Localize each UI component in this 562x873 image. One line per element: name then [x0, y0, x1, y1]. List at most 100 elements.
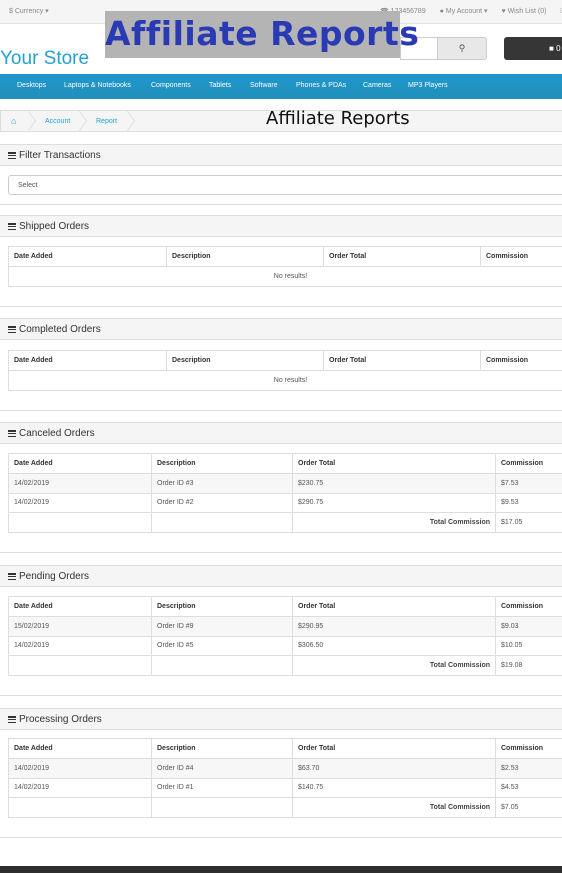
breadcrumb-account[interactable]: Account: [45, 118, 70, 125]
list-icon: [8, 716, 16, 724]
shipped-panel-heading: Shipped Orders: [0, 215, 562, 237]
col-order-total: Order Total: [292, 453, 496, 474]
menu-item-laptops[interactable]: Laptops & Notebooks: [64, 82, 131, 89]
cart-button[interactable]: ■ 0: [504, 37, 562, 60]
table-row: 14/02/2019 Order ID #1 $140.75 $4.53: [8, 777, 562, 798]
total-commission-label: Total Commission: [292, 512, 496, 533]
breadcrumb-separator: [126, 110, 139, 132]
shipped-title: Shipped Orders: [19, 221, 90, 232]
cell-empty: [151, 512, 293, 533]
col-order-total: Order Total: [292, 738, 496, 759]
breadcrumb-separator: [27, 110, 40, 132]
total-row: Total Commission $17.05: [8, 512, 562, 533]
wish-list-link[interactable]: ♥ Wish List (0): [501, 8, 552, 15]
total-commission-label: Total Commission: [292, 655, 496, 676]
cell-description: Order ID #3: [151, 473, 293, 494]
canceled-orders-table: Date Added Description Order Total Commi…: [8, 453, 562, 533]
table-row: 14/02/2019 Order ID #4 $63.70 $2.53: [8, 758, 562, 779]
pending-title: Pending Orders: [19, 571, 90, 582]
list-icon: [8, 326, 16, 334]
menu-item-cameras[interactable]: Cameras: [363, 82, 391, 89]
cell-empty: [8, 655, 152, 676]
total-commission-value: $17.05: [495, 512, 562, 533]
cell-description: Order ID #1: [151, 777, 293, 798]
menu-item-components[interactable]: Components: [151, 82, 191, 89]
col-commission: Commission: [495, 738, 562, 759]
cell-date: 15/02/2019: [8, 616, 152, 637]
canceled-panel-heading: Canceled Orders: [0, 422, 562, 444]
table-header-row: Date Added Description Order Total Commi…: [8, 738, 562, 759]
cell-commission: $7.53: [495, 473, 562, 494]
menu-item-software[interactable]: Software: [250, 82, 278, 89]
filter-panel-heading: Filter Transactions: [0, 144, 562, 166]
table-header-row: Date Added Description Order Total Commi…: [8, 350, 562, 371]
list-icon: [8, 152, 16, 160]
col-description: Description: [166, 246, 324, 267]
completed-title: Completed Orders: [19, 324, 101, 335]
col-description: Description: [151, 738, 293, 759]
table-row: No results!: [8, 266, 562, 287]
panel-divider: [0, 837, 562, 838]
col-date-added: Date Added: [8, 596, 152, 617]
col-date-added: Date Added: [8, 453, 152, 474]
cell-description: Order ID #9: [151, 616, 293, 637]
processing-orders-table: Date Added Description Order Total Commi…: [8, 738, 562, 818]
cell-date: 14/02/2019: [8, 492, 152, 513]
completed-panel-heading: Completed Orders: [0, 318, 562, 340]
filter-select[interactable]: Select: [8, 175, 562, 195]
breadcrumb-report[interactable]: Report: [96, 118, 117, 125]
table-row: 15/02/2019 Order ID #9 $290.95 $9.03: [8, 616, 562, 637]
my-account-link[interactable]: ● My Account ▾: [440, 8, 494, 15]
store-logo[interactable]: Your Store: [0, 48, 89, 70]
no-results: No results!: [8, 370, 562, 391]
col-commission: Commission: [495, 596, 562, 617]
cell-commission: $4.53: [495, 777, 562, 798]
col-description: Description: [151, 453, 293, 474]
cell-order-total: $290.95: [292, 616, 496, 637]
cell-description: Order ID #5: [151, 635, 293, 656]
cell-date: 14/02/2019: [8, 777, 152, 798]
pending-orders-table: Date Added Description Order Total Commi…: [8, 596, 562, 676]
page-title: Affiliate Reports: [266, 108, 410, 129]
filter-select-value: Select: [18, 182, 38, 189]
search-button[interactable]: ⚲: [437, 37, 487, 60]
my-account-label: My Account ▾: [445, 8, 488, 15]
col-order-total: Order Total: [323, 246, 481, 267]
col-date-added: Date Added: [8, 350, 167, 371]
cell-commission: $10.05: [495, 635, 562, 656]
shipped-orders-table: Date Added Description Order Total Commi…: [8, 246, 562, 287]
cell-order-total: $140.75: [292, 777, 496, 798]
col-date-added: Date Added: [8, 738, 152, 759]
home-icon[interactable]: ⌂: [11, 116, 16, 126]
breadcrumb-separator: [78, 110, 91, 132]
canceled-title: Canceled Orders: [19, 428, 95, 439]
list-icon: [8, 573, 16, 581]
total-row: Total Commission $19.08: [8, 655, 562, 676]
col-commission: Commission: [480, 350, 562, 371]
col-commission: Commission: [495, 453, 562, 474]
main-menu: Desktops Laptops & Notebooks Components …: [0, 74, 562, 99]
col-commission: Commission: [480, 246, 562, 267]
cell-date: 14/02/2019: [8, 635, 152, 656]
cell-order-total: $230.75: [292, 473, 496, 494]
menu-item-desktops[interactable]: Desktops: [17, 82, 46, 89]
cell-order-total: $63.70: [292, 758, 496, 779]
list-icon: [8, 430, 16, 438]
col-date-added: Date Added: [8, 246, 167, 267]
table-row: 14/02/2019 Order ID #5 $306.50 $10.05: [8, 635, 562, 656]
search-icon: ⚲: [458, 43, 466, 53]
menu-item-phones[interactable]: Phones & PDAs: [296, 82, 346, 89]
menu-item-mp3[interactable]: MP3 Players: [408, 82, 448, 89]
cell-description: Order ID #4: [151, 758, 293, 779]
panel-divider: [0, 410, 562, 411]
cart-count: 0: [556, 44, 561, 53]
cell-description: Order ID #2: [151, 492, 293, 513]
currency-dropdown[interactable]: $ Currency ▾: [9, 7, 49, 15]
completed-orders-table: Date Added Description Order Total Commi…: [8, 350, 562, 391]
menu-item-tablets[interactable]: Tablets: [209, 82, 231, 89]
total-commission-value: $19.08: [495, 655, 562, 676]
col-description: Description: [166, 350, 324, 371]
cell-commission: $2.53: [495, 758, 562, 779]
table-header-row: Date Added Description Order Total Commi…: [8, 246, 562, 267]
cell-empty: [8, 797, 152, 818]
